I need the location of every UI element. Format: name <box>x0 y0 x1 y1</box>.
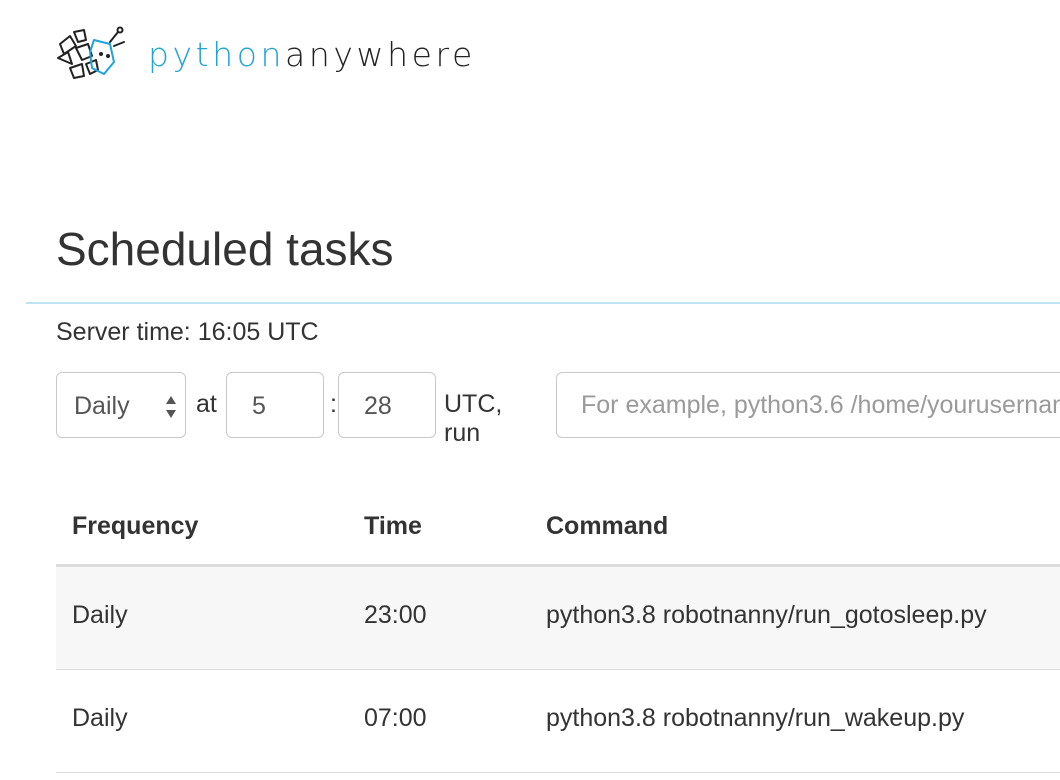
row-command: python3.8 robotnanny/run_wakeup.py <box>546 704 965 732</box>
page-title: Scheduled tasks <box>56 223 394 275</box>
frequency-select-value: Daily <box>74 392 130 420</box>
title-divider <box>26 302 1060 304</box>
row-time: 23:00 <box>364 601 427 629</box>
table-row: Daily 07:00 python3.8 robotnanny/run_wak… <box>56 670 1060 773</box>
brand-name: pythonanywhere <box>148 38 476 71</box>
hour-input[interactable]: 5 <box>226 372 324 438</box>
row-frequency: Daily <box>72 704 128 732</box>
brand-name-anywhere: anywhere <box>285 34 476 74</box>
table-header-row: Frequency Time Command <box>56 488 1060 567</box>
frequency-select[interactable]: Daily <box>56 372 186 438</box>
header-frequency: Frequency <box>72 512 199 540</box>
minute-input-value: 28 <box>364 392 392 420</box>
header-time: Time <box>364 512 422 540</box>
hour-input-value: 5 <box>252 392 266 420</box>
header-command: Command <box>546 512 669 540</box>
select-arrows-icon <box>166 396 176 418</box>
server-time: Server time: 16:05 UTC <box>56 318 319 346</box>
logo[interactable]: pythonanywhere <box>54 24 476 84</box>
row-frequency: Daily <box>72 601 128 629</box>
table-row: Daily 23:00 python3.8 robotnanny/run_got… <box>56 567 1060 670</box>
row-command: python3.8 robotnanny/run_gotosleep.py <box>546 601 987 629</box>
scheduled-tasks-table: Frequency Time Command Daily 23:00 pytho… <box>56 488 1060 773</box>
colon-separator: : <box>330 390 337 418</box>
brand-name-python: python <box>148 34 286 74</box>
utc-run-label: UTC, run <box>444 390 503 447</box>
pythonanywhere-robot-icon <box>57 26 125 79</box>
command-input[interactable] <box>556 372 1060 438</box>
row-time: 07:00 <box>364 704 427 732</box>
at-label: at <box>196 390 217 418</box>
minute-input[interactable]: 28 <box>338 372 436 438</box>
